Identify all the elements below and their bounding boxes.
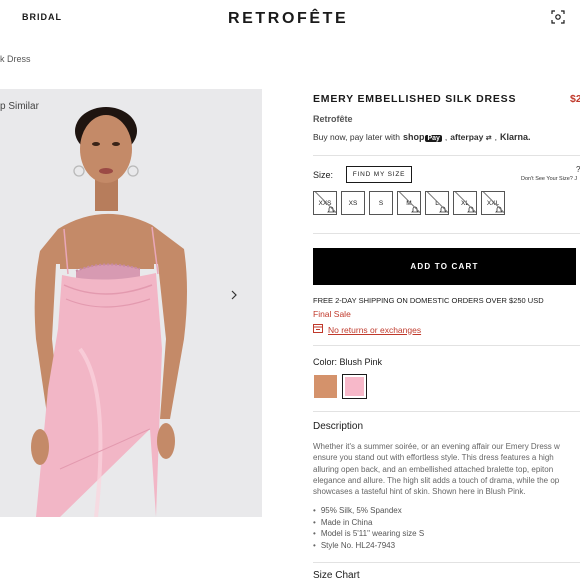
product-brand[interactable]: Retrofête [313, 114, 353, 124]
description-text: Whether it's a summer soirée, or an even… [313, 441, 580, 497]
final-sale-label: Final Sale [313, 309, 351, 319]
swatch-fill [345, 377, 364, 396]
swatch-fill [314, 375, 337, 398]
scan-icon[interactable] [551, 10, 565, 24]
detail-item: Model is 5'11" wearing size S [313, 528, 424, 540]
add-to-cart-button[interactable]: ADD TO CART [313, 248, 576, 285]
find-my-size-button[interactable]: FIND MY SIZE [346, 166, 412, 183]
notify-bell-icon [439, 205, 447, 213]
site-header: BRIDAL RETROFÊTE [0, 0, 580, 40]
return-box-icon [313, 324, 323, 335]
size-option-l[interactable]: L [425, 191, 449, 215]
size-option-s[interactable]: S [369, 191, 393, 215]
separator-comma: , [444, 132, 448, 142]
detail-item: Style No. HL24-7943 [313, 540, 424, 552]
pay-later-text: Buy now, pay later with [313, 132, 400, 142]
size-option-xl[interactable]: XL [453, 191, 477, 215]
detail-item: 95% Silk, 5% Spandex [313, 505, 424, 517]
notify-bell-icon [495, 205, 503, 213]
divider [313, 155, 580, 156]
size-option-xs[interactable]: XS [341, 191, 365, 215]
description-line: ensure you stand out with effortless sty… [313, 453, 554, 463]
size-label: Size: [313, 170, 334, 180]
size-chart-heading[interactable]: Size Chart [313, 570, 360, 580]
size-option-label: XXL [486, 199, 500, 207]
description-line: showcases a tasteful hint of skin. Shown… [313, 487, 526, 497]
color-swatch-tan[interactable] [313, 374, 338, 399]
product-price: $2 [570, 93, 580, 105]
size-help-link[interactable]: Don't See Your Size? J [521, 176, 577, 182]
afterpay-logo: afterpay ⇄ [450, 132, 492, 142]
breadcrumb[interactable]: k Dress [0, 54, 31, 64]
notify-bell-icon [467, 205, 475, 213]
returns-info: No returns or exchanges [313, 324, 421, 335]
detail-item: Made in China [313, 517, 424, 529]
shipping-note: FREE 2-DAY SHIPPING ON DOMESTIC ORDERS O… [313, 296, 544, 305]
size-option-xxs[interactable]: XXS [313, 191, 337, 215]
size-option-m[interactable]: M [397, 191, 421, 215]
product-details: 95% Silk, 5% Spandex Made in China Model… [313, 505, 424, 551]
color-swatches [313, 374, 367, 399]
product-image[interactable] [0, 89, 262, 517]
size-option-label: S [378, 199, 384, 207]
pay-later-info: Buy now, pay later with shop Pay , afterp… [313, 132, 531, 142]
description-line: elegance and allure. The high slit adds … [313, 475, 560, 485]
size-options: XXS XS S M L XL XXL [313, 191, 505, 215]
returns-link[interactable]: No returns or exchanges [328, 325, 421, 335]
color-swatch-blush-pink[interactable] [342, 374, 367, 399]
product-title: EMERY EMBELLISHED SILK DRESS [313, 93, 517, 105]
site-logo[interactable]: RETROFÊTE [228, 10, 348, 28]
size-help-mark: ? [576, 165, 580, 174]
notify-bell-icon [411, 205, 419, 213]
nav-link-bridal[interactable]: BRIDAL [22, 12, 62, 22]
size-option-label: XL [461, 199, 469, 207]
shop-similar-link[interactable]: p Similar [0, 101, 39, 112]
divider [313, 233, 580, 234]
chevron-right-icon[interactable] [230, 290, 238, 303]
color-label: Color: Blush Pink [313, 357, 383, 367]
divider [313, 562, 580, 563]
divider [313, 345, 580, 346]
description-heading[interactable]: Description [313, 421, 363, 432]
shop-pay-logo: shop Pay [402, 132, 442, 142]
size-option-label: XXS [318, 199, 332, 207]
separator-comma: , [494, 132, 497, 142]
klarna-logo: Klarna. [499, 132, 531, 142]
description-line: alluring open back, and an embellished a… [313, 464, 554, 474]
description-line: Whether it's a summer soirée, or an even… [313, 442, 560, 451]
size-option-label: XS [348, 199, 358, 207]
notify-bell-icon [327, 205, 335, 213]
size-option-xxl[interactable]: XXL [481, 191, 505, 215]
divider [313, 411, 580, 412]
